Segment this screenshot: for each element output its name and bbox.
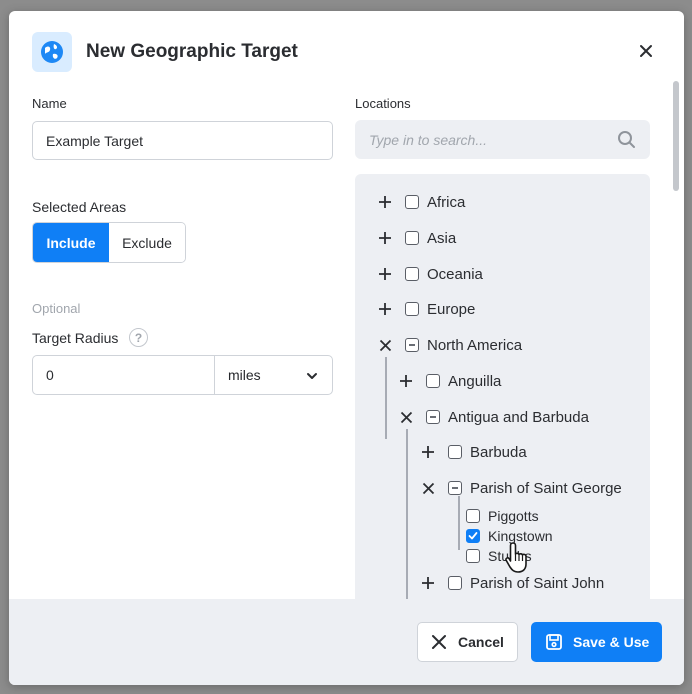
checkbox[interactable] (405, 231, 419, 245)
tree-node-label: Anguilla (448, 372, 502, 390)
tree-node-label: Europe (427, 300, 476, 318)
new-geographic-target-dialog: New Geographic Target Name Selected Area… (9, 11, 684, 685)
checkbox[interactable] (405, 338, 419, 352)
tree-node-anguilla[interactable]: Anguilla (398, 370, 501, 392)
scrollbar[interactable] (673, 81, 679, 191)
include-exclude-toggle: Include Exclude (32, 222, 186, 263)
location-search-input[interactable] (369, 131, 599, 148)
checkbox[interactable] (466, 549, 480, 563)
tree-node-north-america[interactable]: North America (377, 334, 522, 356)
save-icon (546, 634, 562, 650)
globe-icon (32, 32, 72, 72)
tree-node-europe[interactable]: Europe (377, 298, 475, 320)
unit-select-value: miles (228, 367, 261, 383)
optional-label: Optional (32, 301, 81, 316)
dialog-header: New Geographic Target (9, 11, 684, 91)
checkbox[interactable] (426, 374, 440, 388)
save-and-use-button[interactable]: Save & Use (531, 622, 662, 662)
tree-node-label: Parish of Saint George (470, 479, 622, 497)
tree-guide-line (385, 357, 387, 439)
expand-icon[interactable] (420, 575, 436, 591)
checkbox[interactable] (405, 195, 419, 209)
tree-node-label: Piggotts (488, 508, 539, 524)
name-label: Name (32, 96, 67, 111)
expand-icon[interactable] (420, 444, 436, 460)
locations-label: Locations (355, 96, 411, 111)
tree-node-asia[interactable]: Asia (377, 227, 456, 249)
checkbox[interactable] (405, 267, 419, 281)
help-icon[interactable]: ? (129, 328, 148, 347)
radius-input[interactable] (32, 355, 215, 395)
expand-icon[interactable] (377, 230, 393, 246)
tree-node-label: Parish of Saint John (470, 574, 605, 592)
target-radius-label: Target Radius (32, 330, 119, 346)
selected-areas-label: Selected Areas (32, 199, 127, 215)
tree-node-label: Barbuda (470, 443, 527, 461)
close-icon[interactable] (637, 42, 655, 60)
tree-node-antigua-and-barbuda[interactable]: Antigua and Barbuda (398, 406, 589, 428)
chevron-down-icon (306, 369, 318, 385)
checkbox[interactable] (448, 576, 462, 590)
checkbox[interactable] (426, 410, 440, 424)
tree-guide-line (458, 496, 460, 550)
tree-guide-line (406, 564, 408, 604)
tree-node-label: Antigua and Barbuda (448, 408, 589, 426)
include-button[interactable]: Include (33, 223, 109, 262)
location-search (355, 120, 650, 159)
checkbox[interactable] (466, 509, 480, 523)
hand-cursor-icon (504, 541, 534, 580)
collapse-icon[interactable] (420, 480, 436, 496)
tree-node-label: Asia (427, 229, 457, 247)
tree-node-label: Oceania (427, 265, 483, 283)
name-input[interactable] (32, 121, 333, 160)
save-and-use-label: Save & Use (573, 634, 650, 650)
tree-node-africa[interactable]: Africa (377, 191, 465, 213)
collapse-icon[interactable] (377, 337, 393, 353)
dialog-title: New Geographic Target (86, 41, 298, 62)
tree-node-barbuda[interactable]: Barbuda (420, 441, 527, 463)
expand-icon[interactable] (377, 301, 393, 317)
tree-node-oceania[interactable]: Oceania (377, 263, 483, 285)
collapse-icon[interactable] (398, 409, 414, 425)
checkbox[interactable] (405, 302, 419, 316)
cancel-button[interactable]: Cancel (417, 622, 518, 662)
checkbox[interactable] (466, 529, 480, 543)
expand-icon[interactable] (398, 373, 414, 389)
tree-node-parish-of-saint-george[interactable]: Parish of Saint George (420, 477, 622, 499)
cancel-label: Cancel (458, 634, 504, 650)
dialog-footer: Cancel Save & Use (9, 599, 684, 685)
tree-node-label: North America (427, 336, 523, 354)
checkbox[interactable] (448, 481, 462, 495)
expand-icon[interactable] (377, 266, 393, 282)
location-tree: Africa Asia Oceania Europe North America Angu… (355, 174, 650, 604)
expand-icon[interactable] (377, 194, 393, 210)
tree-node-label: Africa (427, 193, 466, 211)
checkbox[interactable] (448, 445, 462, 459)
close-icon (432, 635, 446, 649)
exclude-button[interactable]: Exclude (109, 223, 185, 262)
tree-node-piggotts[interactable]: Piggotts (466, 505, 539, 527)
unit-select[interactable]: miles (214, 355, 333, 395)
search-icon[interactable] (617, 130, 636, 154)
